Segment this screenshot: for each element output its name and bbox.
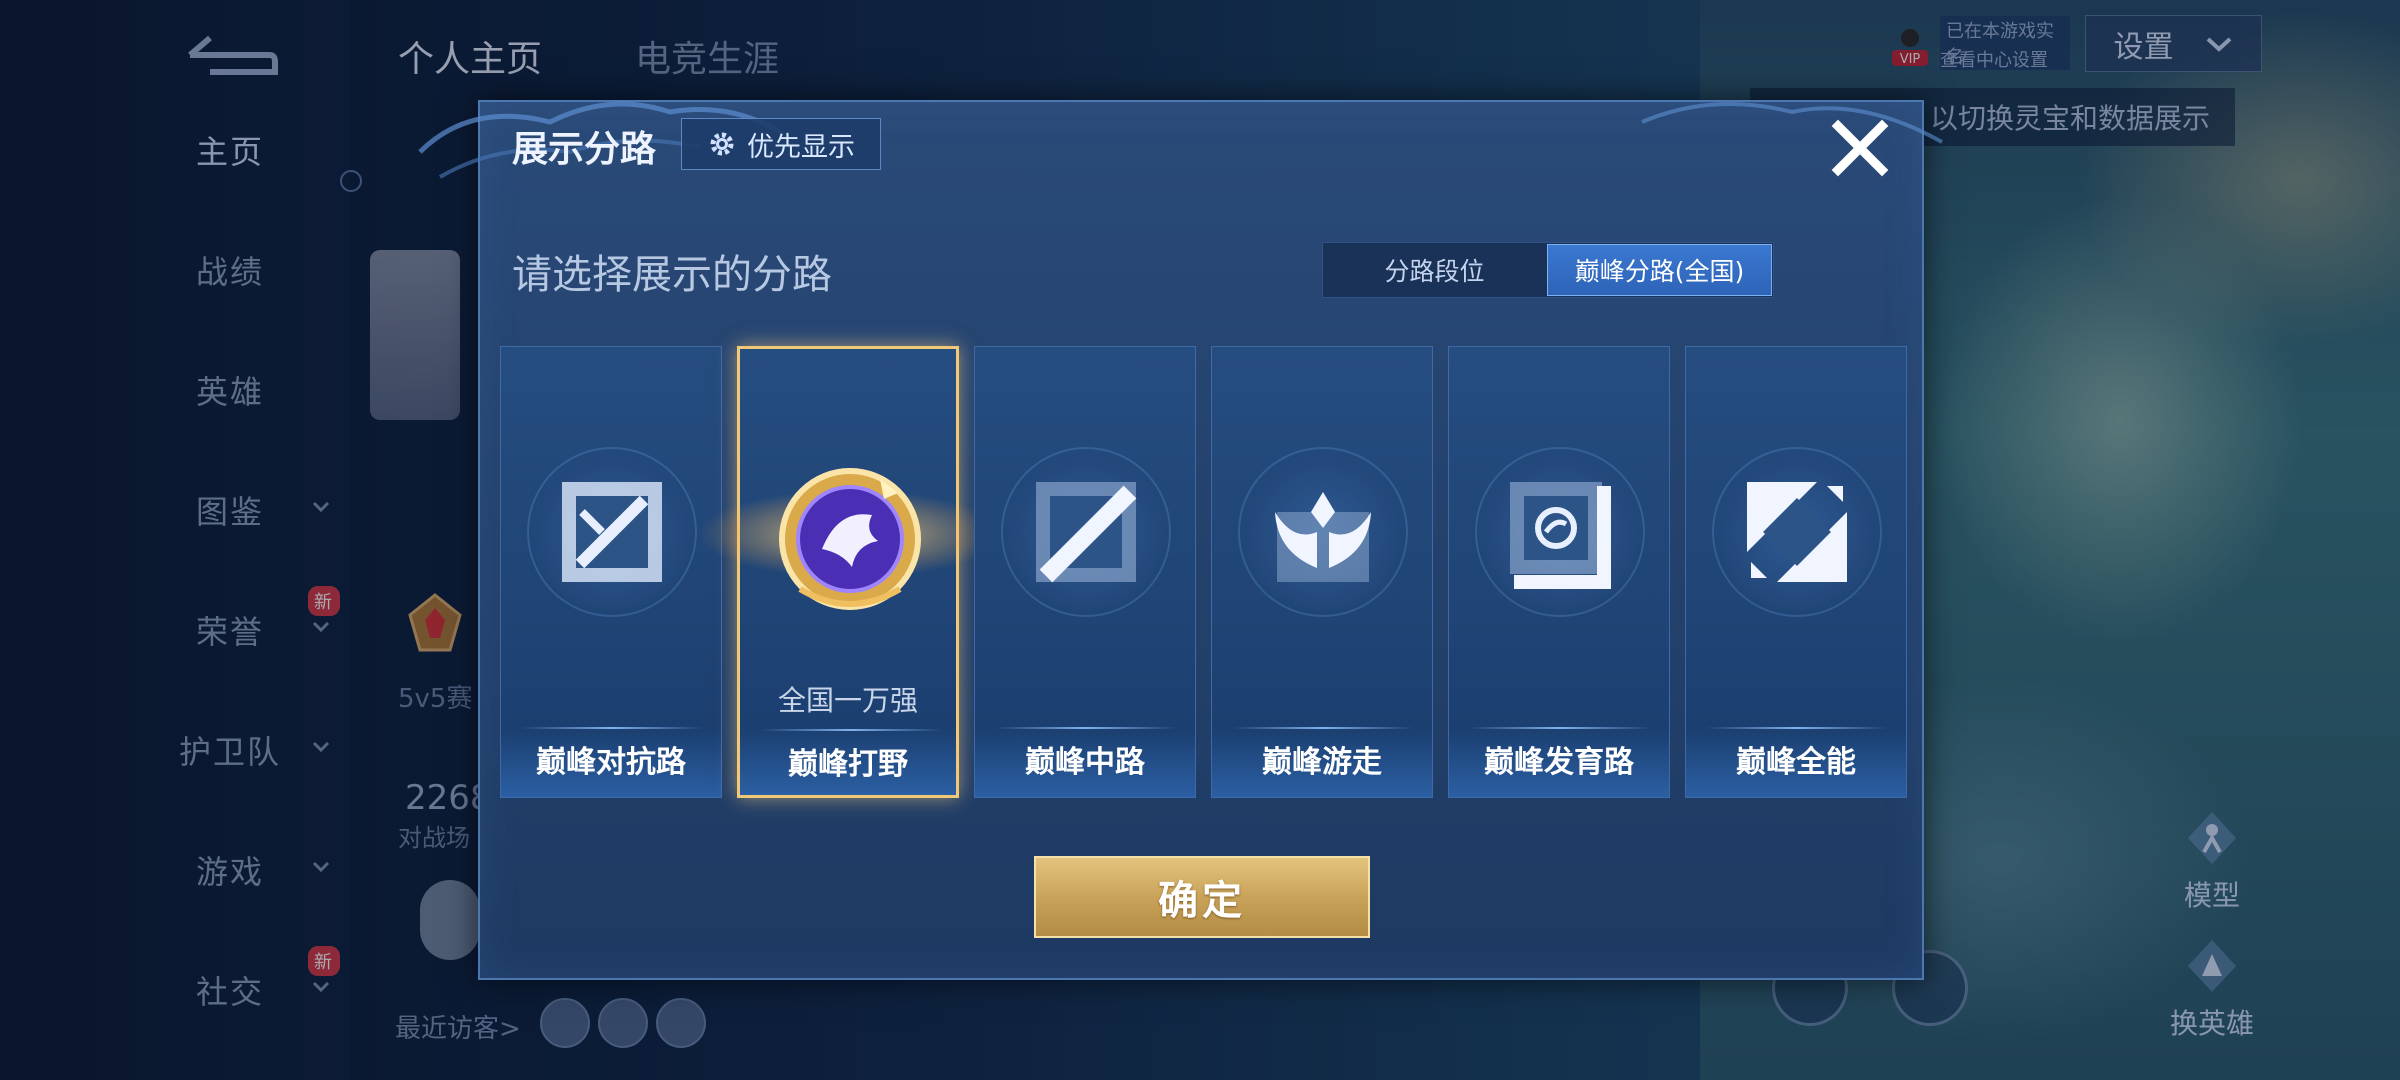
dialog-title: 展示分路 [512, 129, 657, 170]
cloud-ornament-icon [1641, 102, 1943, 144]
lane-divider [1232, 727, 1414, 729]
lane-display-dialog: 展示分路 优先显示 请选择展示的分路 分路段位 巅峰分路(全国) 巅峰对抗路 全… [418, 100, 1943, 980]
priority-display-button[interactable]: 优先显示 [681, 118, 881, 170]
gear-icon [710, 132, 734, 156]
lane-label: 巅峰中路 [1025, 745, 1145, 780]
lane-divider [1469, 727, 1651, 729]
lane-divider [995, 727, 1177, 729]
lane-mode-toggle: 分路段位 巅峰分路(全国) [1322, 242, 1774, 298]
toggle-lane-rank[interactable]: 分路段位 [1323, 243, 1546, 297]
toggle-peak-lane-national[interactable]: 巅峰分路(全国) [1547, 244, 1772, 296]
priority-display-label: 优先显示 [747, 131, 855, 163]
confirm-button[interactable]: 确定 [1034, 856, 1370, 938]
lane-divider [760, 729, 942, 731]
lane-label: 巅峰打野 [788, 747, 908, 782]
lane-card-farm[interactable]: 巅峰发育路 [1448, 346, 1670, 798]
farm-lane-icon [1510, 482, 1611, 589]
mid-lane-icon [1036, 482, 1137, 583]
lane-label: 巅峰对抗路 [536, 745, 686, 780]
wings-icon [1275, 492, 1371, 582]
dialog-subtitle: 请选择展示的分路 [512, 252, 832, 298]
allround-icon [1747, 482, 1847, 582]
lane-label: 巅峰发育路 [1484, 745, 1634, 780]
lane-label: 巅峰游走 [1262, 745, 1382, 780]
close-icon[interactable] [1828, 116, 1892, 180]
sword-lane-icon [562, 482, 662, 582]
lane-card-allround[interactable]: 巅峰全能 [1685, 346, 1907, 798]
lane-rank-text: 全国一万强 [777, 684, 918, 717]
lane-divider [1706, 727, 1888, 729]
lane-divider [521, 727, 703, 729]
lane-label: 巅峰全能 [1736, 745, 1856, 780]
lane-card-mid[interactable]: 巅峰中路 [974, 346, 1196, 798]
jungle-dragon-emblem-icon [779, 468, 921, 610]
lane-card-list: 巅峰对抗路 全国一万强 巅峰打野 巅峰中路 巅峰游走 巅峰发育路 巅峰全能 [500, 346, 1907, 798]
lane-card-jungle[interactable]: 全国一万强 巅峰打野 [660, 346, 1040, 798]
lane-card-roam[interactable]: 巅峰游走 [1211, 346, 1433, 798]
